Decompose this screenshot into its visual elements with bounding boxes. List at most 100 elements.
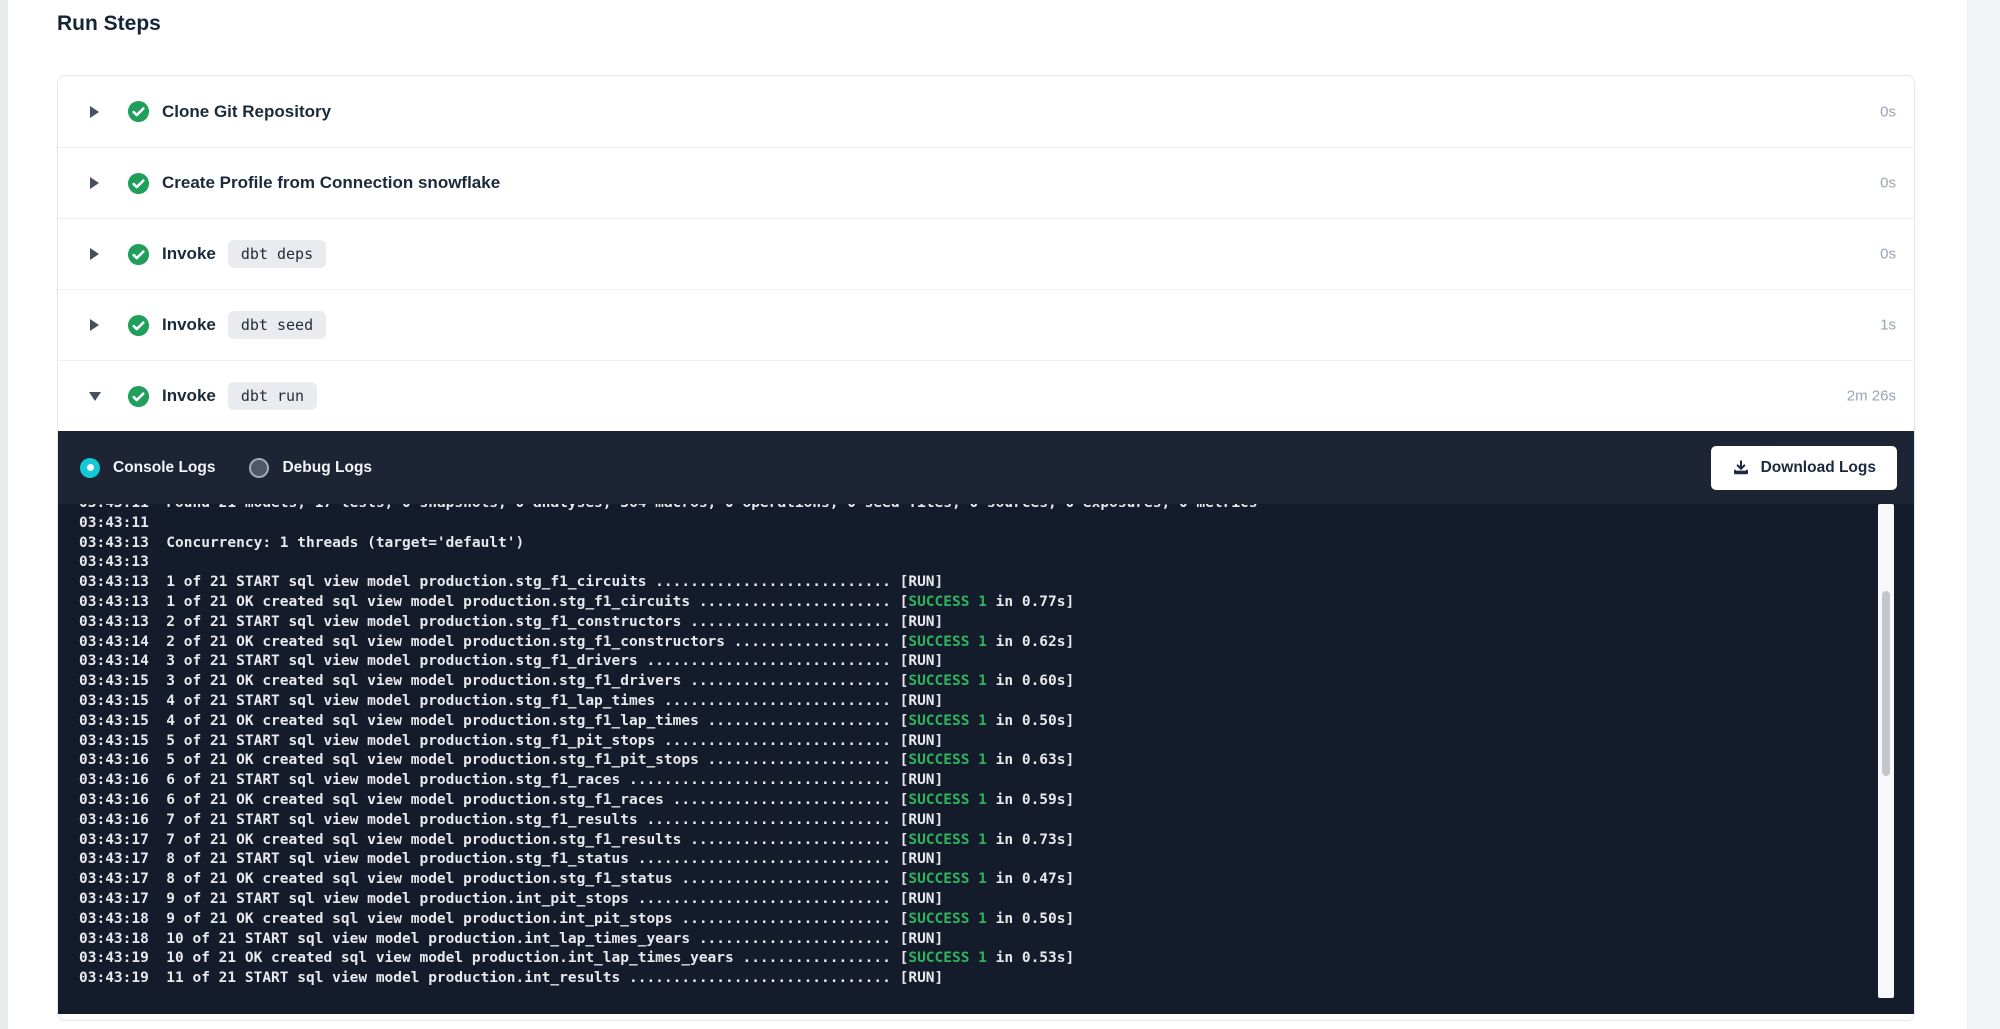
log-line: 03:43:11 Found 21 models, 17 tests, 0 sn… <box>79 504 1914 514</box>
log-message: 11 of 21 START sql view model production… <box>149 970 900 986</box>
log-timestamp: 03:43:16 <box>79 792 149 808</box>
left-gutter <box>0 0 8 1029</box>
debug-logs-radio[interactable] <box>249 458 269 478</box>
run-step-row[interactable]: Invoke dbt deps 0s <box>58 218 1914 289</box>
download-logs-label: Download Logs <box>1761 459 1876 477</box>
log-line: 03:43:16 7 of 21 START sql view model pr… <box>79 811 1914 831</box>
log-status: in 0.59s] <box>987 792 1074 808</box>
log-message: 8 of 21 OK created sql view model produc… <box>149 871 900 887</box>
log-message: 3 of 21 OK created sql view model produc… <box>149 673 900 689</box>
log-panel-header: Console Logs Debug Logs Download Logs <box>58 431 1914 504</box>
step-duration: 1s <box>1880 317 1896 334</box>
log-line: 03:43:13 2 of 21 START sql view model pr… <box>79 613 1914 633</box>
log-status: SUCCESS 1 <box>908 634 987 650</box>
log-timestamp: 03:43:16 <box>79 752 149 768</box>
log-timestamp: 03:43:15 <box>79 713 149 729</box>
log-timestamp: 03:43:17 <box>79 871 149 887</box>
log-timestamp: 03:43:11 <box>79 504 149 511</box>
log-line: 03:43:16 6 of 21 OK created sql view mod… <box>79 791 1914 811</box>
log-message: 9 of 21 OK created sql view model produc… <box>149 911 900 927</box>
caret-icon[interactable] <box>89 248 101 260</box>
log-timestamp: 03:43:13 <box>79 554 149 570</box>
log-timestamp: 03:43:13 <box>79 594 149 610</box>
log-scrollbar-thumb[interactable] <box>1882 591 1890 776</box>
log-line: 03:43:14 3 of 21 START sql view model pr… <box>79 652 1914 672</box>
log-line: 03:43:15 4 of 21 START sql view model pr… <box>79 692 1914 712</box>
step-label: Clone Git Repository <box>162 102 331 122</box>
log-line: 03:43:13 1 of 21 OK created sql view mod… <box>79 593 1914 613</box>
log-message: 5 of 21 OK created sql view model produc… <box>149 752 900 768</box>
console-logs-label[interactable]: Console Logs <box>113 459 215 477</box>
log-status: [RUN] <box>900 812 944 828</box>
log-timestamp: 03:43:14 <box>79 653 149 669</box>
log-timestamp: 03:43:19 <box>79 950 149 966</box>
log-status: [RUN] <box>900 931 944 947</box>
log-line: 03:43:13 <box>79 553 1914 573</box>
console-logs-radio[interactable] <box>80 458 100 478</box>
caret-icon[interactable] <box>89 319 101 331</box>
log-status: [RUN] <box>900 693 944 709</box>
right-gutter <box>1967 0 2000 1029</box>
log-timestamp: 03:43:18 <box>79 931 149 947</box>
run-step-row[interactable]: Clone Git Repository 0s <box>58 76 1914 147</box>
log-status: SUCCESS 1 <box>908 871 987 887</box>
log-message: 10 of 21 START sql view model production… <box>149 931 900 947</box>
log-timestamp: 03:43:13 <box>79 535 149 551</box>
log-status: [RUN] <box>900 614 944 630</box>
log-status: SUCCESS 1 <box>908 713 987 729</box>
log-line: 03:43:15 5 of 21 START sql view model pr… <box>79 732 1914 752</box>
log-message: 7 of 21 START sql view model production.… <box>149 812 900 828</box>
log-status: in 0.53s] <box>987 950 1074 966</box>
log-line: 03:43:17 7 of 21 OK created sql view mod… <box>79 831 1914 851</box>
log-line: 03:43:18 10 of 21 START sql view model p… <box>79 930 1914 950</box>
log-timestamp: 03:43:15 <box>79 733 149 749</box>
log-status: [RUN] <box>900 772 944 788</box>
log-timestamp: 03:43:19 <box>79 970 149 986</box>
log-status: [RUN] <box>900 574 944 590</box>
log-message: Found 21 models, 17 tests, 0 snapshots, … <box>149 504 1258 511</box>
log-lines: 03:43:11 Found 21 models, 17 tests, 0 sn… <box>79 504 1914 989</box>
debug-logs-label[interactable]: Debug Logs <box>282 459 372 477</box>
log-line: 03:43:11 <box>79 514 1914 534</box>
success-check-icon <box>127 314 150 337</box>
log-timestamp: 03:43:14 <box>79 634 149 650</box>
run-step-row[interactable]: Invoke dbt seed 1s <box>58 289 1914 360</box>
log-status: SUCCESS 1 <box>908 752 987 768</box>
log-line: 03:43:16 5 of 21 OK created sql view mod… <box>79 751 1914 771</box>
log-line: 03:43:16 6 of 21 START sql view model pr… <box>79 771 1914 791</box>
log-line: 03:43:15 3 of 21 OK created sql view mod… <box>79 672 1914 692</box>
success-check-icon <box>127 243 150 266</box>
radio-dot <box>87 464 94 471</box>
console-log-output[interactable]: 03:43:11 Found 21 models, 17 tests, 0 sn… <box>58 504 1914 1014</box>
log-message: 4 of 21 OK created sql view model produc… <box>149 713 900 729</box>
log-status: in 0.77s] <box>987 594 1074 610</box>
caret-icon[interactable] <box>89 106 101 118</box>
log-message: 6 of 21 OK created sql view model produc… <box>149 792 900 808</box>
log-line: 03:43:18 9 of 21 OK created sql view mod… <box>79 910 1914 930</box>
log-scrollbar[interactable] <box>1878 504 1894 998</box>
log-message: 2 of 21 START sql view model production.… <box>149 614 900 630</box>
log-timestamp: 03:43:17 <box>79 891 149 907</box>
log-status: [RUN] <box>900 733 944 749</box>
log-timestamp: 03:43:15 <box>79 673 149 689</box>
caret-icon[interactable] <box>89 390 101 402</box>
log-status: in 0.63s] <box>987 752 1074 768</box>
log-timestamp: 03:43:17 <box>79 851 149 867</box>
download-logs-button[interactable]: Download Logs <box>1711 446 1897 490</box>
log-status: in 0.73s] <box>987 832 1074 848</box>
log-line: 03:43:15 4 of 21 OK created sql view mod… <box>79 712 1914 732</box>
log-status: [RUN] <box>900 851 944 867</box>
log-status: in 0.60s] <box>987 673 1074 689</box>
run-step-row[interactable]: Invoke dbt run 2m 26s <box>58 360 1914 431</box>
success-check-icon <box>127 100 150 123</box>
caret-icon[interactable] <box>89 177 101 189</box>
log-timestamp: 03:43:15 <box>79 693 149 709</box>
run-step-row[interactable]: Create Profile from Connection snowflake… <box>58 147 1914 218</box>
log-line: 03:43:13 Concurrency: 1 threads (target=… <box>79 534 1914 554</box>
log-line: 03:43:19 10 of 21 OK created sql view mo… <box>79 949 1914 969</box>
log-status: SUCCESS 1 <box>908 792 987 808</box>
log-message: 8 of 21 START sql view model production.… <box>149 851 900 867</box>
run-steps-card: Clone Git Repository 0s Create Profile f… <box>57 75 1915 1021</box>
log-message: 4 of 21 START sql view model production.… <box>149 693 900 709</box>
log-status: [RUN] <box>900 891 944 907</box>
